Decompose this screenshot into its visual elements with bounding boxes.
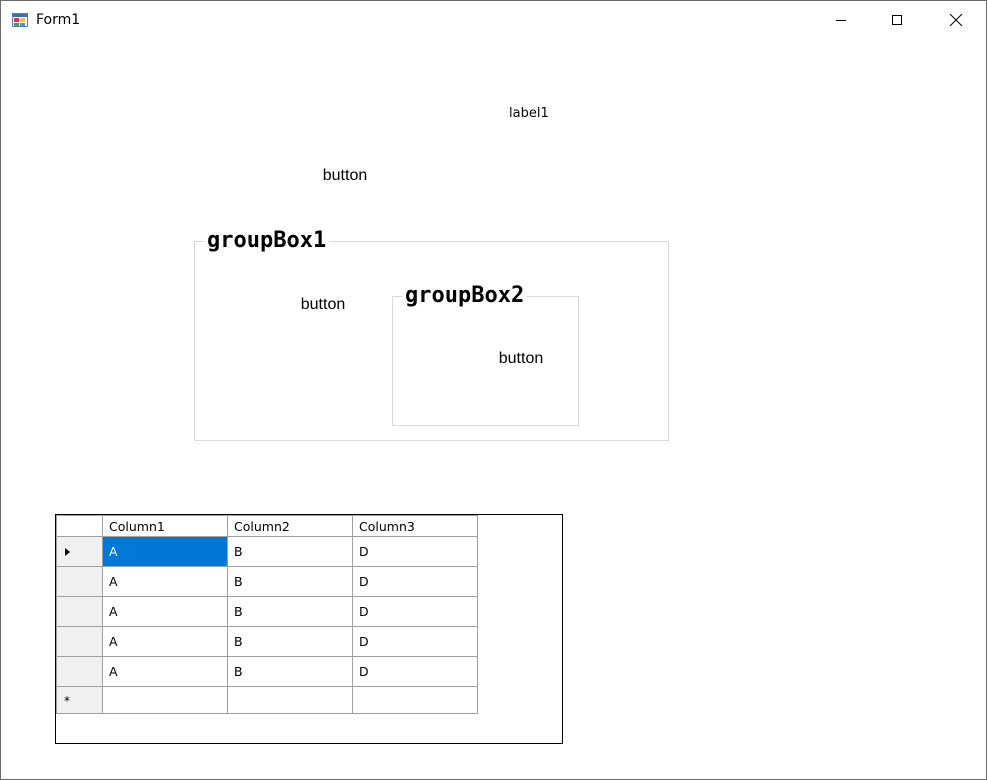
grid-table: Column1 Column2 Column3 A B D A B D A B …	[56, 515, 478, 714]
groupbox2: groupBox2 button	[392, 283, 579, 426]
new-row-marker: *	[64, 693, 70, 708]
maximize-button[interactable]	[874, 1, 920, 39]
grid-cell[interactable]: D	[352, 626, 478, 657]
grid-header-row: Column1 Column2 Column3	[56, 515, 478, 537]
grid-cell[interactable]: A	[102, 566, 228, 597]
row-header[interactable]	[56, 536, 103, 567]
row-header[interactable]	[56, 596, 103, 627]
label1: label1	[509, 106, 549, 121]
grid-cell[interactable]	[227, 686, 353, 714]
grid-cell[interactable]: D	[352, 536, 478, 567]
groupbox1-button[interactable]: button	[293, 295, 353, 315]
close-button[interactable]	[933, 1, 979, 39]
table-row: A B D	[56, 626, 478, 657]
row-header[interactable]	[56, 566, 103, 597]
grid-cell[interactable]: A	[102, 536, 228, 567]
column-header-2[interactable]: Column2	[227, 515, 353, 537]
maximize-icon	[892, 15, 902, 25]
groupbox2-title: groupBox2	[402, 283, 528, 309]
column-header-1[interactable]: Column1	[102, 515, 228, 537]
table-row: A B D	[56, 566, 478, 597]
row-header[interactable]	[56, 626, 103, 657]
grid-cell[interactable]	[102, 686, 228, 714]
grid-cell[interactable]: B	[227, 566, 353, 597]
grid-corner-cell[interactable]	[56, 515, 103, 537]
window-title: Form1	[36, 12, 81, 28]
close-icon	[949, 13, 963, 27]
grid-cell[interactable]: B	[227, 626, 353, 657]
current-row-arrow-icon	[64, 548, 70, 556]
grid-cell[interactable]: D	[352, 596, 478, 627]
grid-cell[interactable]: B	[227, 596, 353, 627]
title-bar[interactable]: Form1	[1, 1, 986, 39]
grid-cell[interactable]: B	[227, 536, 353, 567]
minimize-button[interactable]	[818, 1, 864, 39]
data-grid[interactable]: Column1 Column2 Column3 A B D A B D A B …	[55, 514, 563, 744]
table-row: A B D	[56, 656, 478, 687]
grid-cell[interactable]: A	[102, 656, 228, 687]
form1-window: Form1 label1 button groupBox1 button gro…	[0, 0, 987, 780]
grid-cell[interactable]: D	[352, 566, 478, 597]
column-header-3[interactable]: Column3	[352, 515, 478, 537]
minimize-icon	[836, 20, 846, 21]
grid-cell[interactable]: B	[227, 656, 353, 687]
top-button[interactable]: button	[315, 166, 375, 186]
grid-cell[interactable]: D	[352, 656, 478, 687]
row-header[interactable]	[56, 656, 103, 687]
table-row: A B D	[56, 596, 478, 627]
form-app-icon	[12, 12, 28, 28]
new-row: *	[56, 686, 478, 714]
groupbox1-title: groupBox1	[204, 228, 330, 254]
grid-cell[interactable]: A	[102, 626, 228, 657]
groupbox1: groupBox1 button groupBox2 button	[194, 228, 669, 441]
grid-cell[interactable]: A	[102, 596, 228, 627]
new-row-header[interactable]: *	[56, 686, 103, 714]
table-row: A B D	[56, 536, 478, 567]
grid-cell[interactable]	[352, 686, 478, 714]
groupbox2-button[interactable]: button	[491, 349, 551, 369]
